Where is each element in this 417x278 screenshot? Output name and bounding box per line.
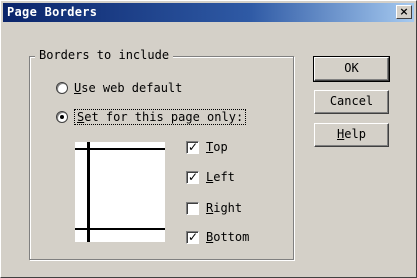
preview-bottom-edge: [75, 228, 165, 230]
title-bar[interactable]: Page Borders ×: [3, 3, 414, 22]
close-icon: ×: [399, 5, 409, 18]
check-icon: ✓: [188, 169, 199, 184]
checkbox-label: Left: [206, 170, 235, 184]
radio-label: Use web default: [74, 81, 183, 95]
border-preview: [75, 142, 165, 242]
radio-label: Set for this page only:: [74, 109, 247, 125]
check-icon: ✓: [188, 139, 199, 154]
preview-left-edge: [87, 142, 90, 242]
radio-button-selected[interactable]: [56, 111, 68, 123]
checkbox-box[interactable]: ✓: [186, 229, 199, 244]
checkbox-right[interactable]: Right: [186, 201, 242, 215]
checkbox-box[interactable]: ✓: [186, 169, 199, 184]
close-button[interactable]: ×: [396, 5, 412, 19]
checkbox-label: Top: [206, 140, 228, 154]
cancel-button[interactable]: Cancel: [314, 90, 389, 114]
radio-button[interactable]: [56, 82, 68, 94]
checkbox-label: Bottom: [206, 230, 250, 244]
check-icon: ✓: [188, 229, 199, 244]
checkbox-label: Right: [206, 201, 243, 215]
window-title: Page Borders: [7, 5, 98, 19]
radio-set-for-this-page[interactable]: Set for this page only:: [56, 109, 247, 125]
checkbox-top[interactable]: ✓ Top: [186, 140, 228, 154]
checkbox-bottom[interactable]: ✓ Bottom: [186, 230, 249, 244]
checkbox-box[interactable]: [186, 201, 199, 215]
help-button[interactable]: Help: [314, 123, 389, 147]
checkbox-left[interactable]: ✓ Left: [186, 170, 235, 184]
checkbox-box[interactable]: ✓: [186, 139, 199, 154]
group-legend: Borders to include: [35, 48, 174, 62]
radio-use-web-default[interactable]: Use web default: [56, 81, 182, 95]
ok-button[interactable]: OK: [313, 56, 390, 82]
page-borders-dialog: Page Borders × Borders to include Use we…: [0, 0, 417, 278]
